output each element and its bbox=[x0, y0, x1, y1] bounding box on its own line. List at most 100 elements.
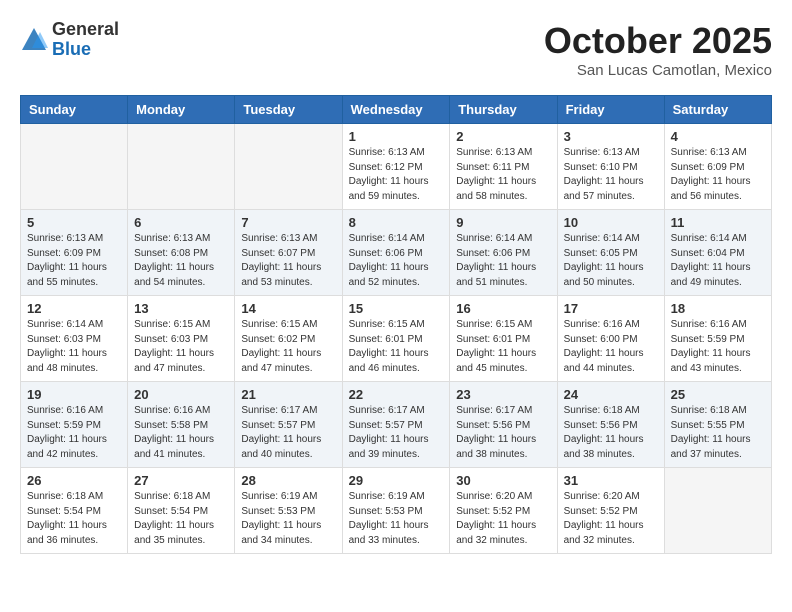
day-info: Sunrise: 6:18 AM Sunset: 5:54 PM Dayligh… bbox=[27, 490, 121, 548]
header-row: SundayMondayTuesdayWednesdayThursdayFrid… bbox=[21, 96, 772, 124]
calendar-cell: 20 Sunrise: 6:16 AM Sunset: 5:58 PM Dayli… bbox=[128, 382, 235, 468]
day-info: Sunrise: 6:14 AM Sunset: 6:04 PM Dayligh… bbox=[671, 232, 765, 290]
day-number: 19 bbox=[27, 387, 121, 402]
day-number: 2 bbox=[456, 129, 550, 144]
day-info: Sunrise: 6:14 AM Sunset: 6:03 PM Dayligh… bbox=[27, 318, 121, 376]
calendar-cell: 12 Sunrise: 6:14 AM Sunset: 6:03 PM Dayli… bbox=[21, 296, 128, 382]
day-info: Sunrise: 6:16 AM Sunset: 5:58 PM Dayligh… bbox=[134, 404, 228, 462]
calendar-cell: 9 Sunrise: 6:14 AM Sunset: 6:06 PM Daylig… bbox=[450, 210, 557, 296]
day-info: Sunrise: 6:14 AM Sunset: 6:05 PM Dayligh… bbox=[564, 232, 658, 290]
logo-text: General Blue bbox=[52, 20, 119, 60]
day-number: 4 bbox=[671, 129, 765, 144]
calendar-cell bbox=[664, 468, 771, 554]
calendar-cell bbox=[128, 124, 235, 210]
day-info: Sunrise: 6:13 AM Sunset: 6:09 PM Dayligh… bbox=[27, 232, 121, 290]
logo: General Blue bbox=[20, 20, 119, 60]
calendar-cell: 26 Sunrise: 6:18 AM Sunset: 5:54 PM Dayli… bbox=[21, 468, 128, 554]
calendar-table: SundayMondayTuesdayWednesdayThursdayFrid… bbox=[20, 95, 772, 554]
day-info: Sunrise: 6:13 AM Sunset: 6:08 PM Dayligh… bbox=[134, 232, 228, 290]
day-number: 20 bbox=[134, 387, 228, 402]
day-number: 25 bbox=[671, 387, 765, 402]
location-label: San Lucas Camotlan, Mexico bbox=[544, 62, 772, 79]
day-number: 12 bbox=[27, 301, 121, 316]
day-info: Sunrise: 6:20 AM Sunset: 5:52 PM Dayligh… bbox=[564, 490, 658, 548]
day-number: 16 bbox=[456, 301, 550, 316]
day-info: Sunrise: 6:17 AM Sunset: 5:56 PM Dayligh… bbox=[456, 404, 550, 462]
calendar-cell: 4Sunrise: 6:13 AM Sunset: 6:09 PM Daylig… bbox=[664, 124, 771, 210]
calendar-header: SundayMondayTuesdayWednesdayThursdayFrid… bbox=[21, 96, 772, 124]
page-header: General Blue October 2025 San Lucas Camo… bbox=[20, 20, 772, 79]
day-info: Sunrise: 6:13 AM Sunset: 6:10 PM Dayligh… bbox=[564, 146, 658, 204]
calendar-cell: 2 Sunrise: 6:13 AM Sunset: 6:11 PM Daylig… bbox=[450, 124, 557, 210]
day-number: 17 bbox=[564, 301, 658, 316]
weekday-header: Thursday bbox=[450, 96, 557, 124]
day-number: 3 bbox=[564, 129, 658, 144]
calendar-cell: 25 Sunrise: 6:18 AM Sunset: 5:55 PM Dayli… bbox=[664, 382, 771, 468]
day-info: Sunrise: 6:20 AM Sunset: 5:52 PM Dayligh… bbox=[456, 490, 550, 548]
day-info: Sunrise: 6:17 AM Sunset: 5:57 PM Dayligh… bbox=[241, 404, 335, 462]
day-number: 21 bbox=[241, 387, 335, 402]
calendar-cell: 11 Sunrise: 6:14 AM Sunset: 6:04 PM Dayli… bbox=[664, 210, 771, 296]
day-number: 9 bbox=[456, 215, 550, 230]
day-info: Sunrise: 6:13 AM Sunset: 6:12 PM Dayligh… bbox=[349, 146, 444, 204]
calendar-cell: 13Sunrise: 6:15 AM Sunset: 6:03 PM Dayli… bbox=[128, 296, 235, 382]
weekday-header: Wednesday bbox=[342, 96, 450, 124]
day-number: 6 bbox=[134, 215, 228, 230]
day-number: 22 bbox=[349, 387, 444, 402]
calendar-cell bbox=[21, 124, 128, 210]
day-number: 29 bbox=[349, 473, 444, 488]
day-info: Sunrise: 6:18 AM Sunset: 5:54 PM Dayligh… bbox=[134, 490, 228, 548]
calendar-cell: 1Sunrise: 6:13 AM Sunset: 6:12 PM Daylig… bbox=[342, 124, 450, 210]
day-info: Sunrise: 6:14 AM Sunset: 6:06 PM Dayligh… bbox=[349, 232, 444, 290]
day-number: 5 bbox=[27, 215, 121, 230]
calendar-cell: 29 Sunrise: 6:19 AM Sunset: 5:53 PM Dayli… bbox=[342, 468, 450, 554]
month-title: October 2025 bbox=[544, 20, 772, 62]
calendar-cell bbox=[235, 124, 342, 210]
day-info: Sunrise: 6:14 AM Sunset: 6:06 PM Dayligh… bbox=[456, 232, 550, 290]
day-number: 7 bbox=[241, 215, 335, 230]
calendar-cell: 15 Sunrise: 6:15 AM Sunset: 6:01 PM Dayli… bbox=[342, 296, 450, 382]
day-info: Sunrise: 6:15 AM Sunset: 6:03 PM Dayligh… bbox=[134, 318, 228, 376]
day-number: 28 bbox=[241, 473, 335, 488]
calendar-cell: 18Sunrise: 6:16 AM Sunset: 5:59 PM Dayli… bbox=[664, 296, 771, 382]
day-number: 24 bbox=[564, 387, 658, 402]
calendar-cell: 23 Sunrise: 6:17 AM Sunset: 5:56 PM Dayli… bbox=[450, 382, 557, 468]
day-info: Sunrise: 6:13 AM Sunset: 6:07 PM Dayligh… bbox=[241, 232, 335, 290]
calendar-cell: 7 Sunrise: 6:13 AM Sunset: 6:07 PM Daylig… bbox=[235, 210, 342, 296]
day-info: Sunrise: 6:19 AM Sunset: 5:53 PM Dayligh… bbox=[349, 490, 444, 548]
day-info: Sunrise: 6:17 AM Sunset: 5:57 PM Dayligh… bbox=[349, 404, 444, 462]
day-info: Sunrise: 6:18 AM Sunset: 5:55 PM Dayligh… bbox=[671, 404, 765, 462]
calendar-cell: 22 Sunrise: 6:17 AM Sunset: 5:57 PM Dayli… bbox=[342, 382, 450, 468]
day-number: 15 bbox=[349, 301, 444, 316]
calendar-body: 1Sunrise: 6:13 AM Sunset: 6:12 PM Daylig… bbox=[21, 124, 772, 554]
weekday-header: Monday bbox=[128, 96, 235, 124]
calendar-cell: 24 Sunrise: 6:18 AM Sunset: 5:56 PM Dayli… bbox=[557, 382, 664, 468]
calendar-cell: 5 Sunrise: 6:13 AM Sunset: 6:09 PM Daylig… bbox=[21, 210, 128, 296]
day-number: 10 bbox=[564, 215, 658, 230]
day-number: 26 bbox=[27, 473, 121, 488]
weekday-header: Sunday bbox=[21, 96, 128, 124]
day-info: Sunrise: 6:16 AM Sunset: 6:00 PM Dayligh… bbox=[564, 318, 658, 376]
calendar-week-row: 19 Sunrise: 6:16 AM Sunset: 5:59 PM Dayli… bbox=[21, 382, 772, 468]
day-info: Sunrise: 6:13 AM Sunset: 6:11 PM Dayligh… bbox=[456, 146, 550, 204]
day-number: 11 bbox=[671, 215, 765, 230]
calendar-week-row: 12 Sunrise: 6:14 AM Sunset: 6:03 PM Dayli… bbox=[21, 296, 772, 382]
calendar-cell: 21 Sunrise: 6:17 AM Sunset: 5:57 PM Dayli… bbox=[235, 382, 342, 468]
day-info: Sunrise: 6:16 AM Sunset: 5:59 PM Dayligh… bbox=[27, 404, 121, 462]
day-number: 27 bbox=[134, 473, 228, 488]
calendar-cell: 8 Sunrise: 6:14 AM Sunset: 6:06 PM Daylig… bbox=[342, 210, 450, 296]
day-number: 14 bbox=[241, 301, 335, 316]
day-info: Sunrise: 6:15 AM Sunset: 6:01 PM Dayligh… bbox=[349, 318, 444, 376]
calendar-week-row: 5 Sunrise: 6:13 AM Sunset: 6:09 PM Daylig… bbox=[21, 210, 772, 296]
day-info: Sunrise: 6:16 AM Sunset: 5:59 PM Dayligh… bbox=[671, 318, 765, 376]
day-info: Sunrise: 6:18 AM Sunset: 5:56 PM Dayligh… bbox=[564, 404, 658, 462]
calendar-cell: 31Sunrise: 6:20 AM Sunset: 5:52 PM Dayli… bbox=[557, 468, 664, 554]
logo-blue-label: Blue bbox=[52, 40, 119, 60]
day-number: 8 bbox=[349, 215, 444, 230]
day-number: 23 bbox=[456, 387, 550, 402]
day-number: 30 bbox=[456, 473, 550, 488]
calendar-cell: 6 Sunrise: 6:13 AM Sunset: 6:08 PM Daylig… bbox=[128, 210, 235, 296]
calendar-cell: 17 Sunrise: 6:16 AM Sunset: 6:00 PM Dayli… bbox=[557, 296, 664, 382]
weekday-header: Saturday bbox=[664, 96, 771, 124]
day-info: Sunrise: 6:15 AM Sunset: 6:02 PM Dayligh… bbox=[241, 318, 335, 376]
